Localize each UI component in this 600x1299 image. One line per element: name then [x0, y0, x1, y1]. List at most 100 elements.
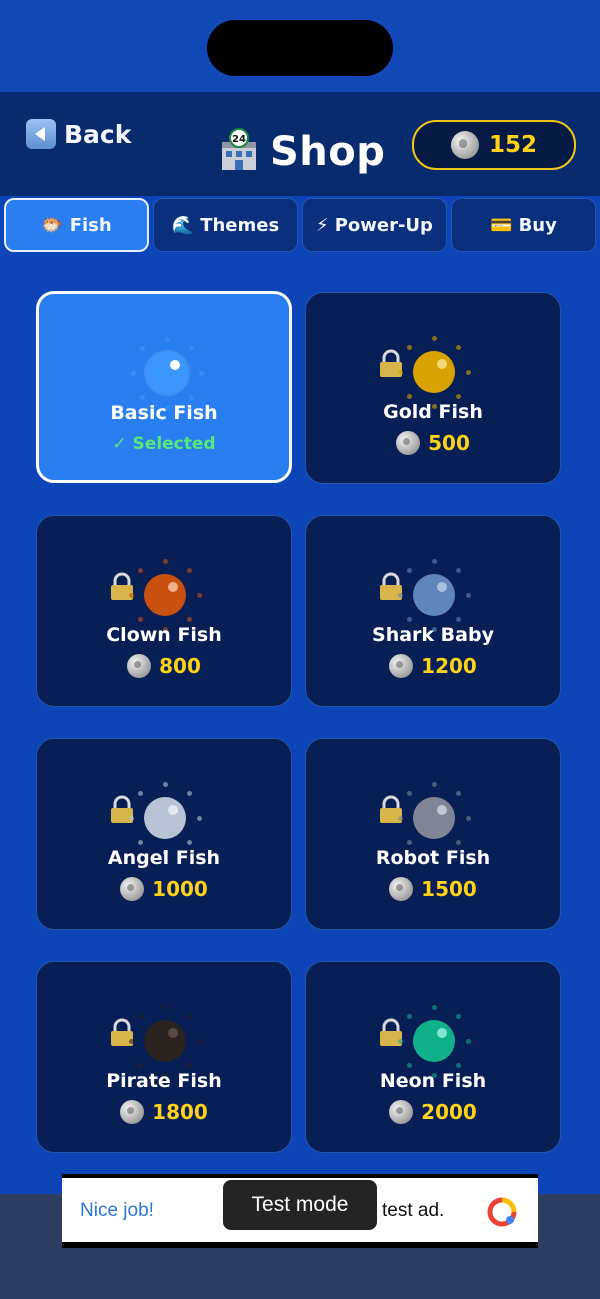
selected-status: ✓ Selected	[112, 434, 216, 454]
sparkle-dot	[455, 393, 461, 399]
fish-price: 2000	[306, 1100, 560, 1124]
lock-icon	[111, 572, 133, 600]
fish-card-gold-fish[interactable]: Gold Fish 500	[305, 292, 561, 484]
back-arrow-icon	[26, 119, 56, 149]
coin-icon	[120, 877, 145, 901]
sparkle-dot	[431, 1004, 437, 1010]
tab-label: Themes	[200, 214, 280, 236]
ad-text-right: test ad.	[382, 1200, 445, 1221]
ad-banner[interactable]: Nice job! Test mode test ad.	[62, 1174, 538, 1248]
sparkle-dot	[407, 345, 413, 351]
coin-balance-value: 152	[488, 132, 537, 158]
lock-icon	[380, 795, 402, 823]
fish-icon	[413, 351, 455, 393]
sparkle-dot	[186, 568, 192, 574]
sparkle-dot	[431, 781, 437, 787]
sparkle-dot	[138, 839, 144, 845]
fish-card-shark-baby[interactable]: Shark Baby 1200	[305, 515, 561, 707]
sparkle-dot	[407, 616, 413, 622]
fish-art	[306, 984, 560, 1078]
sparkle-dot	[407, 393, 413, 399]
lightning-icon: ⚡	[316, 214, 329, 236]
fish-art	[37, 984, 291, 1078]
tab-buy[interactable]: 💳 Buy	[451, 198, 596, 252]
fish-price: 1000	[37, 877, 291, 901]
sparkle-dot	[186, 839, 192, 845]
sparkle-dot	[162, 1004, 168, 1010]
coin-icon	[127, 654, 152, 678]
fish-name: Robot Fish	[375, 847, 491, 869]
fish-price: 1200	[306, 654, 560, 678]
fish-name: Pirate Fish	[106, 1070, 222, 1092]
sparkle-dot	[138, 616, 144, 622]
fish-art	[37, 538, 291, 632]
camera-notch	[207, 20, 393, 76]
sparkle-dot	[186, 1062, 192, 1068]
fish-card-basic-fish[interactable]: Basic Fish ✓ Selected	[36, 291, 292, 483]
svg-text:24: 24	[232, 134, 246, 145]
fish-name: Basic Fish	[110, 402, 218, 424]
sparkle-dot	[196, 815, 202, 821]
store-building-icon: 24	[218, 128, 260, 176]
fish-name: Clown Fish	[106, 624, 222, 646]
sparkle-dot	[455, 839, 461, 845]
lock-icon	[380, 572, 402, 600]
sparkle-dot	[138, 791, 144, 797]
tab-label: Buy	[518, 214, 557, 236]
sparkle-dot	[407, 1062, 413, 1068]
sparkle-dot	[140, 346, 146, 352]
sparkle-dot	[455, 616, 461, 622]
sparkle-dot	[465, 592, 471, 598]
fish-price: 500	[306, 431, 560, 455]
back-button[interactable]: Back	[26, 116, 131, 152]
lock-icon	[111, 1018, 133, 1046]
fish-card-robot-fish[interactable]: Robot Fish 1500	[305, 738, 561, 930]
fish-icon	[144, 1020, 186, 1062]
coin-icon	[389, 654, 414, 678]
coin-icon	[396, 431, 421, 455]
sparkle-dot	[188, 394, 194, 400]
sparkle-dot	[431, 558, 437, 564]
shop-tabs: 🐡 Fish 🌊 Themes ⚡ Power-Up 💳 Buy	[4, 198, 596, 254]
coin-icon	[389, 877, 414, 901]
coin-icon	[450, 131, 479, 159]
fish-art	[306, 315, 560, 409]
back-label: Back	[64, 119, 132, 149]
fish-icon	[413, 797, 455, 839]
tab-fish[interactable]: 🐡 Fish	[4, 198, 149, 252]
fish-icon	[144, 797, 186, 839]
sparkle-dot	[186, 616, 192, 622]
wave-icon: 🌊	[171, 214, 195, 236]
adchoices-logo-icon[interactable]	[486, 1196, 518, 1228]
fish-card-angel-fish[interactable]: Angel Fish 1000	[36, 738, 292, 930]
pufferfish-icon: 🐡	[41, 214, 64, 236]
sparkle-dot	[431, 335, 437, 341]
sparkle-dot	[407, 791, 413, 797]
sparkle-dot	[397, 815, 403, 821]
sparkle-dot	[138, 1014, 144, 1020]
tab-power-up[interactable]: ⚡ Power-Up	[302, 198, 447, 252]
sparkle-dot	[407, 1014, 413, 1020]
coin-balance: 152	[412, 120, 576, 170]
sparkle-dot	[162, 558, 168, 564]
fish-price: 1500	[306, 877, 560, 901]
lock-icon	[380, 1018, 402, 1046]
sparkle-dot	[186, 1014, 192, 1020]
fish-card-neon-fish[interactable]: Neon Fish 2000	[305, 961, 561, 1153]
sparkle-dot	[465, 1038, 471, 1044]
test-mode-toast: Test mode	[223, 1180, 377, 1230]
sparkle-dot	[397, 1038, 403, 1044]
fish-name: Shark Baby	[372, 624, 494, 646]
fish-name: Gold Fish	[383, 401, 483, 423]
fish-art	[39, 316, 289, 410]
tab-label: Fish	[69, 214, 112, 236]
tab-themes[interactable]: 🌊 Themes	[153, 198, 298, 252]
coin-icon	[120, 1100, 145, 1124]
sparkle-dot	[407, 839, 413, 845]
fish-card-pirate-fish[interactable]: Pirate Fish 1800	[36, 961, 292, 1153]
fish-card-clown-fish[interactable]: Clown Fish 800	[36, 515, 292, 707]
fish-art	[306, 538, 560, 632]
sparkle-dot	[465, 369, 471, 375]
fish-icon	[146, 352, 188, 394]
fish-icon	[144, 574, 186, 616]
